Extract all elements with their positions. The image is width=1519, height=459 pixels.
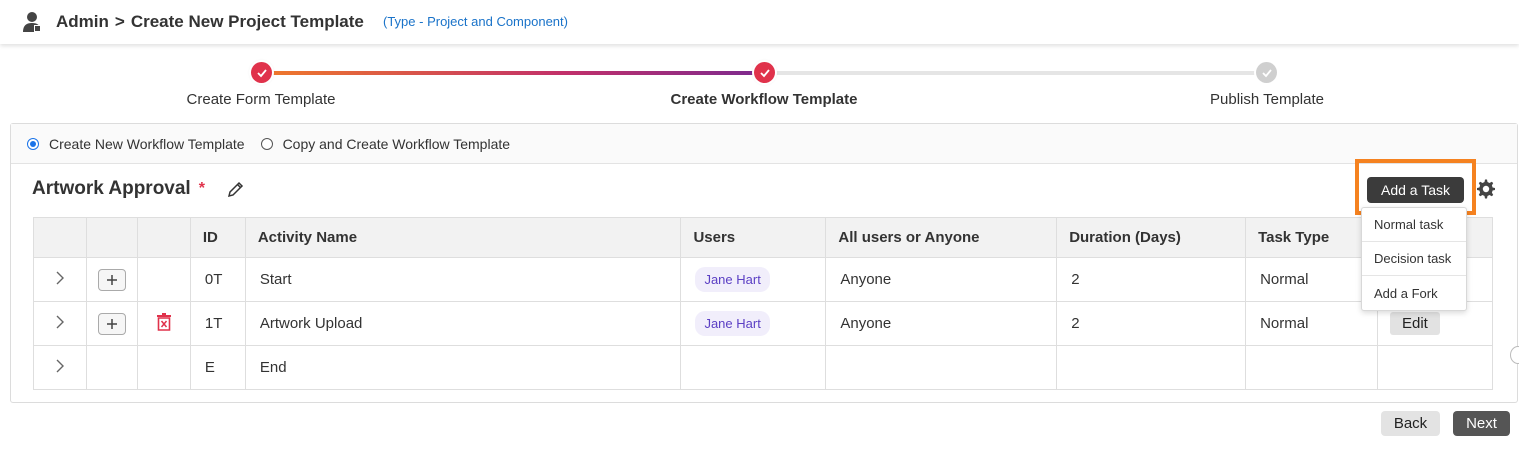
expand-cell[interactable] (33, 345, 87, 390)
menu-item-add-fork[interactable]: Add a Fork (1362, 276, 1466, 310)
cell-activity: Artwork Upload (244, 301, 682, 346)
header-task-type: Task Type (1245, 217, 1378, 258)
add-cell (85, 345, 138, 390)
gear-icon[interactable] (1476, 179, 1496, 199)
cell-duration (1056, 345, 1247, 390)
plus-icon (106, 274, 117, 285)
cell-activity: End (244, 345, 682, 390)
user-icon (23, 12, 41, 32)
header-activity-name: Activity Name (244, 217, 682, 258)
expand-cell[interactable] (33, 257, 87, 302)
radio-copy-create-indicator[interactable] (260, 137, 273, 150)
cell-task-type (1245, 345, 1378, 390)
template-type-note: (Type - Project and Component) (383, 14, 568, 29)
cell-id: 1T (189, 301, 246, 346)
user-chip[interactable]: Jane Hart (695, 311, 770, 336)
progress-stepper: Create Form Template Create Workflow Tem… (0, 58, 1519, 114)
trash-icon[interactable] (156, 312, 172, 331)
page-header: Admin > Create New Project Template (Type … (0, 0, 1519, 44)
add-row-button[interactable] (97, 312, 126, 335)
plus-icon (106, 318, 117, 329)
step-label-form[interactable]: Create Form Template (187, 91, 336, 108)
step-label-publish[interactable]: Publish Template (1210, 91, 1324, 108)
table-row: E End (33, 345, 1494, 390)
table-row: 1T Artwork Upload Jane Hart Anyone 2 Nor… (33, 301, 1494, 346)
table-header-row: ID Activity Name Users All users or Anyo… (33, 217, 1494, 258)
breadcrumb: Admin > Create New Project Template (56, 12, 364, 32)
edit-button[interactable]: Edit (1389, 312, 1440, 335)
radio-create-new-indicator[interactable] (27, 137, 39, 150)
back-button[interactable]: Back (1381, 411, 1440, 436)
header-expand (33, 217, 87, 258)
cell-duration: 2 (1056, 301, 1247, 346)
delete-cell (136, 345, 191, 390)
radio-create-new-label: Create New Workflow Template (49, 135, 245, 152)
step-connector-completed (261, 71, 764, 75)
breadcrumb-root[interactable]: Admin (56, 12, 109, 31)
header-add (85, 217, 138, 258)
side-panel-toggle[interactable] (1510, 346, 1519, 364)
workflow-title: Artwork Approval * (32, 178, 244, 200)
required-marker: * (198, 180, 205, 197)
step-3-check-icon (1256, 62, 1277, 83)
cell-actions (1376, 345, 1494, 390)
radio-copy-create-label: Copy and Create Workflow Template (282, 135, 511, 152)
cell-assignment (825, 345, 1058, 390)
cell-duration: 2 (1056, 257, 1247, 302)
user-chip[interactable]: Jane Hart (695, 267, 770, 292)
cell-users (680, 345, 827, 390)
add-row-button[interactable] (97, 268, 126, 291)
header-delete (136, 217, 191, 258)
expand-cell[interactable] (33, 301, 87, 346)
menu-item-normal-task[interactable]: Normal task (1362, 208, 1466, 242)
cell-users: Jane Hart (680, 257, 827, 302)
add-cell (85, 257, 138, 302)
cell-assignment: Anyone (825, 257, 1058, 302)
delete-cell (136, 301, 191, 346)
header-duration: Duration (Days) (1056, 217, 1247, 258)
menu-item-decision-task[interactable]: Decision task (1362, 242, 1466, 276)
workflow-name: Artwork Approval (32, 178, 191, 199)
radio-copy-create[interactable]: Copy and Create Workflow Template (260, 135, 511, 152)
header-users: Users (680, 217, 827, 258)
workflow-activity-table: ID Activity Name Users All users or Anyo… (33, 217, 1494, 390)
page-title: Create New Project Template (130, 12, 364, 31)
step-label-workflow[interactable]: Create Workflow Template (671, 91, 858, 108)
cell-id: 0T (189, 257, 246, 302)
chevron-right-icon[interactable] (55, 359, 65, 373)
pencil-icon[interactable] (227, 181, 244, 198)
delete-cell (136, 257, 191, 302)
step-connector-pending (764, 71, 1267, 75)
workflow-panel: Create New Workflow Template Copy and Cr… (10, 123, 1518, 403)
step-1-check-icon (251, 62, 272, 83)
breadcrumb-separator: > (114, 12, 125, 31)
add-task-button[interactable]: Add a Task (1367, 177, 1464, 203)
cell-assignment: Anyone (825, 301, 1058, 346)
workflow-mode-selector: Create New Workflow Template Copy and Cr… (11, 124, 1517, 164)
cell-activity: Start (244, 257, 682, 302)
header-id: ID (189, 217, 246, 258)
header-all-or-anyone: All users or Anyone (825, 217, 1058, 258)
add-task-dropdown: Normal task Decision task Add a Fork (1361, 207, 1467, 311)
add-cell (85, 301, 138, 346)
step-2-check-icon (754, 62, 775, 83)
cell-users: Jane Hart (680, 301, 827, 346)
chevron-right-icon[interactable] (55, 271, 65, 285)
chevron-right-icon[interactable] (55, 315, 65, 329)
next-button[interactable]: Next (1453, 411, 1510, 436)
table-row: 0T Start Jane Hart Anyone 2 Normal (33, 257, 1494, 302)
cell-id: E (189, 345, 246, 390)
radio-create-new[interactable]: Create New Workflow Template (27, 136, 245, 152)
cell-task-type: Normal (1245, 257, 1378, 302)
cell-task-type: Normal (1245, 301, 1378, 346)
